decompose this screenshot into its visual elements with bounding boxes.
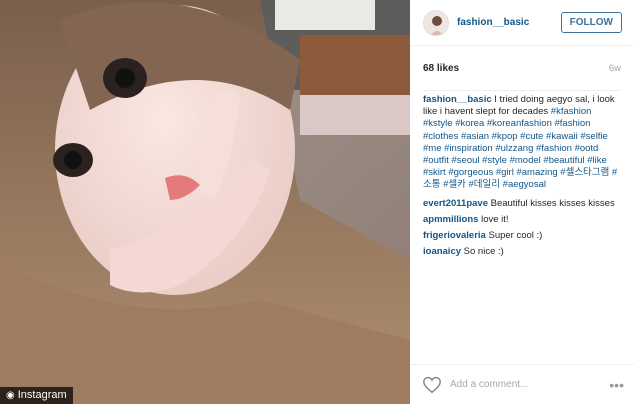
avatar[interactable] [423,9,449,36]
credit-label: Instagram [17,389,67,401]
username-link[interactable]: fashion__basic [457,17,561,28]
comment-username[interactable]: ioanaicy [423,246,461,257]
likes-row: 68 likes 6w [410,46,634,90]
follow-button[interactable]: FOLLOW [560,12,622,33]
selfie-image [0,0,410,404]
post-age[interactable]: 6w [609,63,621,74]
comment-item: ioanaicy So nice :) [423,246,622,258]
post-header: fashion__basic FOLLOW [410,0,634,46]
comment-text: love it! [478,213,509,225]
caption-username[interactable]: fashion__basic [423,94,492,105]
instagram-credit: ◉ Instagram [0,387,73,404]
comment-item: evert2011pave Beautiful kisses kisses ki… [423,198,622,210]
more-options-icon[interactable]: ••• [609,377,624,393]
post-photo[interactable]: ◉ Instagram [0,0,410,404]
likes-count[interactable]: 68 likes [423,63,459,74]
comment-username[interactable]: evert2011pave [423,198,488,209]
comment-text: So nice :) [461,246,504,258]
comments-list: fashion__basic I tried doing aegyo sal, … [410,91,634,258]
heart-icon[interactable] [422,376,442,394]
comment-text: Super cool :) [485,230,543,242]
camera-icon: ◉ [6,389,15,401]
comment-username[interactable]: frigeriovaleria [423,230,486,241]
post-panel: fashion__basic FOLLOW 68 likes 6w fashio… [410,0,634,404]
comment-footer: Add a comment... ••• [410,364,634,404]
comment-item: frigeriovaleria Super cool :) [423,230,622,242]
comment-text: Beautiful kisses kisses kisses [487,197,615,209]
caption: fashion__basic I tried doing aegyo sal, … [423,94,622,192]
add-comment-input[interactable]: Add a comment... [450,379,609,390]
comment-item: apmmillions love it! [423,214,622,226]
caption-hashtags[interactable]: #kfashion #kstyle #korea #koreanfashion … [423,106,617,190]
comment-username[interactable]: apmmillions [423,214,478,225]
